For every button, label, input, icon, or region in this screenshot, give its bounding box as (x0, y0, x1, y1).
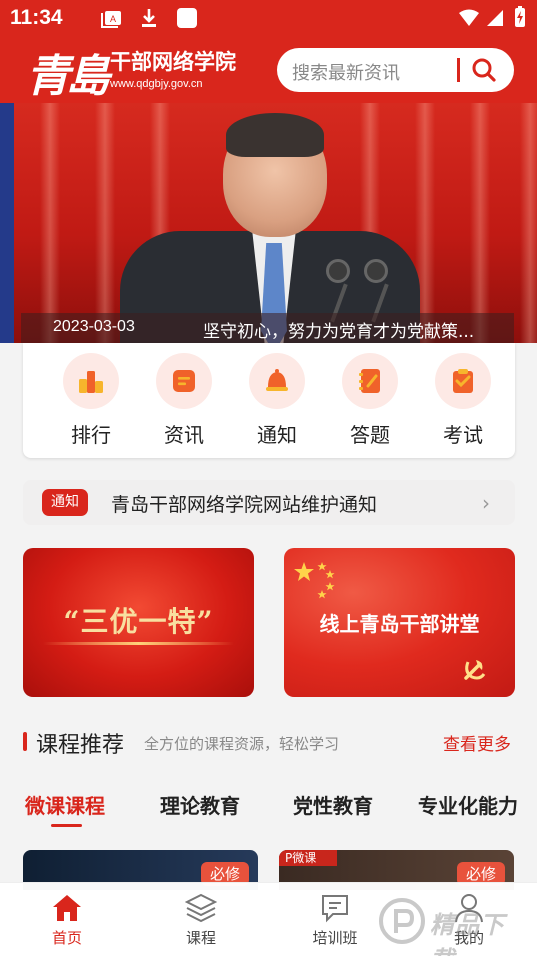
watermark: 精品下载 (378, 895, 528, 956)
quick-item-label: 考试 (443, 423, 483, 447)
section-title: 课程推荐 (36, 733, 125, 758)
news-icon (173, 370, 195, 392)
status-bar: 11:34 A (0, 0, 537, 36)
tab-active-indicator (51, 824, 82, 827)
search-input[interactable]: 搜索最新资讯 (292, 59, 400, 85)
notice-tag: 通知 (42, 489, 88, 516)
bell-icon (266, 369, 288, 391)
promo-card-sanyou[interactable]: “三优一特” (23, 548, 254, 697)
quick-item-label: 通知 (257, 423, 297, 447)
wifi-icon (458, 9, 480, 27)
signal-icon (486, 9, 504, 27)
watermark-text: 精品下载 (430, 911, 505, 956)
tab-micro-courses[interactable]: 微课课程 (25, 790, 105, 819)
ranking-icon (79, 371, 103, 393)
nav-label: 课程 (185, 929, 216, 947)
banner-caption: 2023-03-03 坚守初心，努力为党育才为党献策... (21, 313, 514, 343)
svg-text:A: A (110, 14, 116, 24)
exam-icon (453, 369, 473, 393)
quick-item-label: 答题 (350, 423, 390, 447)
quick-item-notice[interactable]: 通知 (237, 353, 317, 453)
watermark-logo-icon (379, 898, 425, 944)
quick-item-label: 排行 (71, 423, 111, 447)
quick-item-exam[interactable]: 考试 (423, 353, 503, 453)
banner-title[interactable]: 坚守初心，努力为党育才为党献策... (203, 317, 474, 342)
notice-bar[interactable]: 通知 青岛干部网络学院网站维护通知 › (23, 480, 515, 525)
home-icon (53, 895, 81, 921)
section-subtitle: 全方位的课程资源，轻松学习 (144, 735, 340, 753)
promo-card-lecture[interactable]: 线上青岛干部讲堂 (284, 548, 515, 697)
search-icon[interactable] (471, 57, 497, 87)
party-emblem-icon (464, 660, 486, 680)
logo-url: www.qdgbjy.gov.cn (110, 78, 203, 90)
tab-professional[interactable]: 专业化能力 (418, 790, 518, 819)
quiz-icon (359, 369, 380, 393)
status-time: 11:34 (10, 6, 63, 29)
chevron-right-icon: › (482, 491, 490, 515)
quick-item-label: 资讯 (164, 423, 204, 447)
download-icon (140, 7, 158, 29)
quick-item-news[interactable]: 资讯 (144, 353, 224, 453)
chat-icon (322, 895, 348, 923)
promo-left-text: “三优一特” (63, 605, 214, 638)
quick-menu: 排行 资讯 通知 答题 考试 (23, 343, 515, 458)
logo-name: 干部网络学院 (110, 50, 236, 74)
top-header-area: 11:34 A 青島 干部网络学院 www.qdgbjy.gov.cn 搜索最新… (0, 0, 537, 106)
quick-item-quiz[interactable]: 答题 (330, 353, 410, 453)
course-tag: P微课 (279, 850, 337, 866)
logo-calligraphy: 青島 (26, 51, 110, 102)
notice-text[interactable]: 青岛干部网络学院网站维护通知 (111, 490, 377, 517)
star-cluster-icon (294, 562, 335, 599)
see-more-link[interactable]: 查看更多 (443, 730, 511, 755)
nav-courses[interactable]: 课程 (161, 893, 241, 953)
tab-party-spirit[interactable]: 党性教育 (293, 790, 373, 819)
app-header: 青島 干部网络学院 www.qdgbjy.gov.cn 搜索最新资讯 (0, 36, 537, 106)
hero-banner[interactable]: 2023-03-03 坚守初心，努力为党育才为党献策... (0, 103, 537, 343)
promo-right-text: 线上青岛干部讲堂 (319, 612, 480, 636)
nav-training[interactable]: 培训班 (295, 893, 375, 953)
battery-icon (514, 6, 526, 28)
section-accent-bar (23, 732, 27, 751)
search-box[interactable]: 搜索最新资讯 (277, 48, 514, 92)
search-divider (457, 58, 460, 82)
quick-item-ranking[interactable]: 排行 (51, 353, 131, 453)
tab-theory[interactable]: 理论教育 (160, 790, 240, 819)
nav-label: 首页 (51, 929, 82, 947)
nav-label: 培训班 (312, 929, 358, 947)
layers-icon (185, 893, 217, 923)
banner-date: 2023-03-03 (53, 318, 135, 335)
notification-app-icon: A (100, 7, 124, 29)
nav-home[interactable]: 首页 (27, 893, 107, 953)
banner-prev-edge (0, 103, 14, 343)
app-square-icon (176, 7, 198, 29)
